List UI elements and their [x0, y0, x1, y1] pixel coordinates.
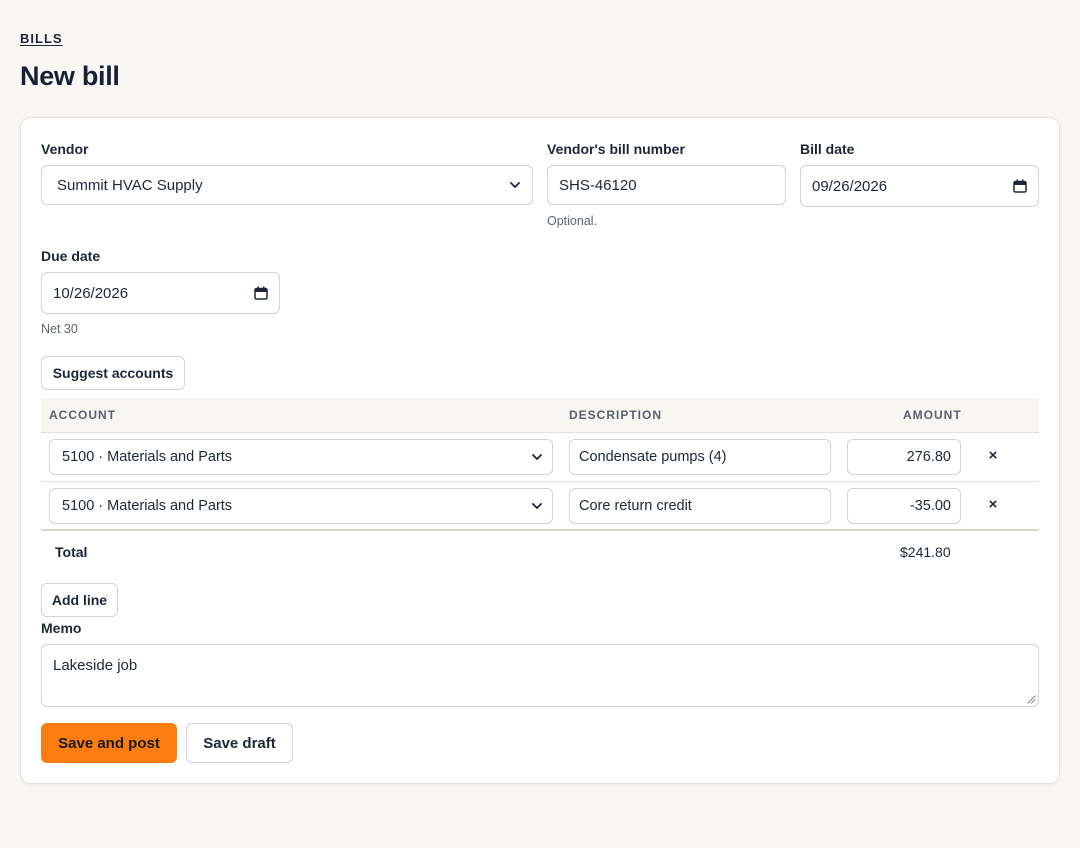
description-value: Condensate pumps (4)	[579, 449, 727, 465]
due-date-hint: Net 30	[41, 322, 78, 336]
memo-textarea[interactable]: Lakeside job	[41, 644, 1039, 707]
description-input[interactable]: Core return credit	[569, 488, 831, 524]
bill-date-value: 09/26/2026	[812, 177, 888, 195]
table-row: 5100 · Materials and Parts Core return c…	[41, 482, 1039, 531]
amount-value: 276.80	[906, 449, 951, 465]
vendor-select[interactable]: Summit HVAC Supply	[41, 165, 533, 205]
bill-date-input[interactable]: 09/26/2026	[800, 165, 1039, 207]
calendar-icon[interactable]	[1013, 179, 1027, 193]
chevron-down-icon	[532, 503, 542, 509]
chevron-down-icon	[510, 182, 520, 188]
table-row: 5100 · Materials and Parts Condensate pu…	[41, 433, 1039, 482]
add-line-button[interactable]: Add line	[41, 583, 118, 617]
account-select[interactable]: 5100 · Materials and Parts	[49, 439, 553, 475]
amount-input[interactable]: 276.80	[847, 439, 961, 475]
bill-number-input[interactable]: SHS-46120	[547, 165, 786, 205]
bill-number-value: SHS-46120	[559, 176, 637, 194]
bill-number-hint: Optional.	[547, 214, 598, 228]
memo-label: Memo	[41, 620, 82, 636]
resize-handle-icon[interactable]	[1027, 695, 1036, 704]
breadcrumb-bills[interactable]: BILLS	[20, 31, 63, 47]
account-select[interactable]: 5100 · Materials and Parts	[49, 488, 553, 524]
due-date-label: Due date	[41, 248, 101, 264]
account-value: 5100 · Materials and Parts	[62, 449, 233, 465]
remove-line-close-icon[interactable]: ×	[983, 446, 1003, 466]
account-value: 5100 · Materials and Parts	[62, 498, 233, 514]
page: BILLS New bill	[0, 0, 1080, 93]
total-label: Total	[55, 544, 88, 560]
save-draft-button[interactable]: Save draft	[186, 723, 293, 763]
description-value: Core return credit	[579, 498, 692, 514]
description-input[interactable]: Condensate pumps (4)	[569, 439, 831, 475]
calendar-icon[interactable]	[254, 286, 268, 300]
remove-line-close-icon[interactable]: ×	[983, 495, 1003, 515]
lines-table-header: ACCOUNT DESCRIPTION AMOUNT	[41, 398, 1039, 433]
save-and-post-button[interactable]: Save and post	[41, 723, 177, 763]
column-description: DESCRIPTION	[569, 408, 663, 422]
bill-form-card: Vendor Summit HVAC Supply Vendor's bill …	[20, 117, 1060, 784]
column-amount: AMOUNT	[903, 408, 962, 422]
column-account: ACCOUNT	[49, 408, 116, 422]
page-title: New bill	[20, 61, 120, 91]
suggest-accounts-button[interactable]: Suggest accounts	[41, 356, 185, 390]
amount-value: -35.00	[909, 498, 951, 514]
total-value: $241.80	[900, 544, 951, 560]
due-date-input[interactable]: 10/26/2026	[41, 272, 280, 314]
memo-value: Lakeside job	[53, 657, 138, 674]
vendor-value: Summit HVAC Supply	[57, 176, 203, 194]
amount-input[interactable]: -35.00	[847, 488, 961, 524]
vendor-label: Vendor	[41, 141, 89, 157]
due-date-value: 10/26/2026	[53, 284, 129, 302]
chevron-down-icon	[532, 454, 542, 460]
bill-number-label: Vendor's bill number	[547, 141, 685, 157]
bill-date-label: Bill date	[800, 141, 855, 157]
